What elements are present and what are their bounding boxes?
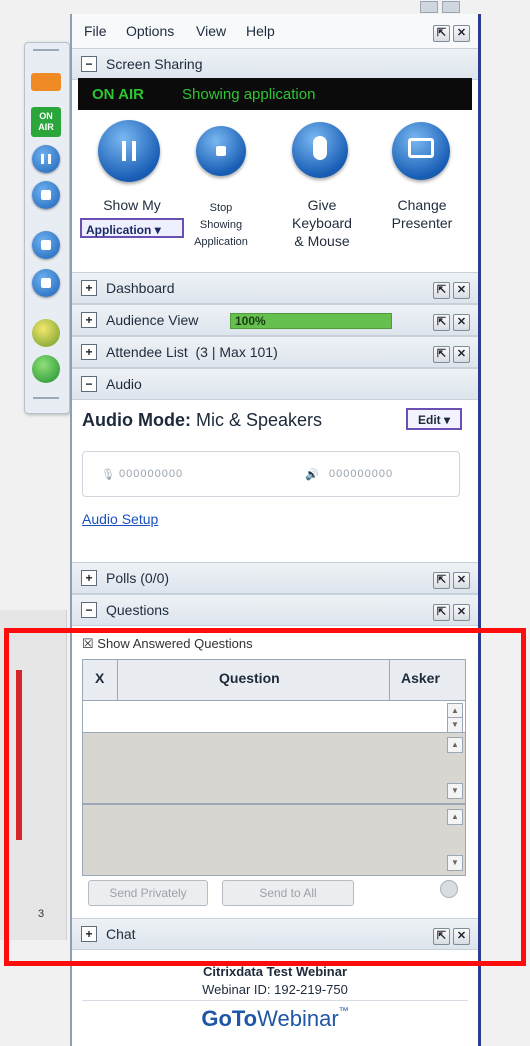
expand-icon[interactable]: + <box>81 344 97 360</box>
footer-divider <box>82 1000 468 1001</box>
speaker-icon: 🔊 <box>305 469 320 481</box>
progress-label: 100% <box>235 314 266 328</box>
expand-icon[interactable]: + <box>81 312 97 328</box>
application-select[interactable]: Application ▾ <box>80 218 184 238</box>
attendee-count: (3 | Max 101) <box>195 344 278 360</box>
menu-view[interactable]: View <box>196 23 226 39</box>
speaker-level-meter: 000000000 <box>329 468 394 480</box>
section-dashboard[interactable]: + Dashboard ⇱ ✕ <box>72 272 478 304</box>
gotowebinar-logo: GoToWebinar™ <box>201 1006 349 1031</box>
mini-mouse-button[interactable] <box>32 231 60 259</box>
close-icon[interactable] <box>442 1 460 13</box>
section-questions[interactable]: − Questions ⇱ ✕ <box>72 594 478 626</box>
section-title: Questions <box>106 602 170 618</box>
mini-pause-button[interactable] <box>32 145 60 173</box>
audio-setup-link[interactable]: Audio Setup <box>82 511 158 527</box>
section-audio[interactable]: − Audio <box>72 368 478 400</box>
close-icon[interactable]: ✕ <box>453 346 470 363</box>
menu-options[interactable]: Options <box>126 23 174 39</box>
stop-sharing-button[interactable] <box>196 126 246 176</box>
top-edge-controls <box>420 0 470 14</box>
restore-icon[interactable] <box>420 1 438 13</box>
collapse-icon[interactable]: − <box>81 376 97 392</box>
mini-go-icon[interactable] <box>32 355 60 383</box>
close-panel-icon[interactable]: ✕ <box>453 25 470 42</box>
popout-icon[interactable]: ⇱ <box>433 314 450 331</box>
give-keyboard-label: Give Keyboard & Mouse <box>292 197 352 249</box>
sharing-status-text: Showing application <box>182 86 316 103</box>
section-screen-sharing[interactable]: − Screen Sharing <box>72 48 478 80</box>
mini-stop-button[interactable] <box>32 181 60 209</box>
audio-mode-value: Mic & Speakers <box>196 410 323 430</box>
collapse-icon[interactable]: − <box>81 602 97 618</box>
change-presenter-button[interactable] <box>392 122 450 180</box>
mini-control-toolbar: ON AIR <box>24 42 70 414</box>
section-title: Attendee List (3 | Max 101) <box>106 344 278 360</box>
mic-level-meter: 000000000 <box>119 468 184 480</box>
give-keyboard-mouse-button[interactable] <box>292 122 348 178</box>
webinar-id: Webinar ID: 192-219-750 <box>202 982 348 997</box>
expand-icon[interactable]: + <box>81 570 97 586</box>
popout-icon[interactable]: ⇱ <box>433 282 450 299</box>
popout-icon[interactable]: ⇱ <box>433 604 450 621</box>
section-attendee-list[interactable]: + Attendee List (3 | Max 101) ⇱ ✕ <box>72 336 478 368</box>
close-icon[interactable]: ✕ <box>453 572 470 589</box>
toolbar-grip[interactable] <box>33 49 59 51</box>
audio-mode-label: Audio Mode: <box>82 410 191 430</box>
mini-on-air-badge: ON AIR <box>31 107 61 137</box>
menu-bar: File Options View Help ⇱ ✕ <box>72 14 478 49</box>
audio-level-box: 🎙 000000000 🔊 000000000 <box>82 451 460 497</box>
webinar-name: Citrixdata Test Webinar <box>203 964 347 979</box>
mini-presenter-button[interactable] <box>32 269 60 297</box>
popout-icon[interactable]: ⇱ <box>433 25 450 42</box>
menu-help[interactable]: Help <box>246 23 275 39</box>
section-title: Polls (0/0) <box>106 570 170 586</box>
collapse-icon[interactable]: − <box>81 56 97 72</box>
change-presenter-label: Change Presenter <box>391 197 453 231</box>
pause-sharing-button[interactable] <box>98 120 160 182</box>
section-polls[interactable]: + Polls (0/0) ⇱ ✕ <box>72 562 478 594</box>
section-title: Audio <box>106 376 142 392</box>
mic-icon: 🎙 <box>101 469 116 481</box>
close-icon[interactable]: ✕ <box>453 314 470 331</box>
on-air-label: ON AIR <box>92 86 144 103</box>
close-icon[interactable]: ✕ <box>453 282 470 299</box>
expand-icon[interactable]: + <box>81 280 97 296</box>
popout-icon[interactable]: ⇱ <box>433 572 450 589</box>
stop-showing-label: Stop Showing Application <box>194 202 248 248</box>
section-title: Dashboard <box>106 280 175 296</box>
on-air-status-bar: ON AIR Showing application <box>78 78 472 110</box>
toolbar-grip-bottom[interactable] <box>33 397 59 399</box>
section-title: Screen Sharing <box>106 56 203 72</box>
popout-icon[interactable]: ⇱ <box>433 346 450 363</box>
show-my-label: Show My <box>103 197 161 213</box>
audience-view-progress: 100% <box>230 313 392 329</box>
collapse-arrow-icon[interactable] <box>31 73 61 91</box>
panel-footer: Citrixdata Test Webinar Webinar ID: 192-… <box>72 964 478 1046</box>
menu-file[interactable]: File <box>84 23 107 39</box>
mini-draw-icon[interactable] <box>32 319 60 347</box>
audio-edit-button[interactable]: Edit ▾ <box>406 408 462 430</box>
audio-mode: Audio Mode: Mic & Speakers <box>82 410 322 431</box>
highlight-box <box>4 628 526 966</box>
dropdown-arrow-icon: ▾ <box>154 223 161 237</box>
close-icon[interactable]: ✕ <box>453 604 470 621</box>
section-title: Audience View <box>106 312 199 328</box>
